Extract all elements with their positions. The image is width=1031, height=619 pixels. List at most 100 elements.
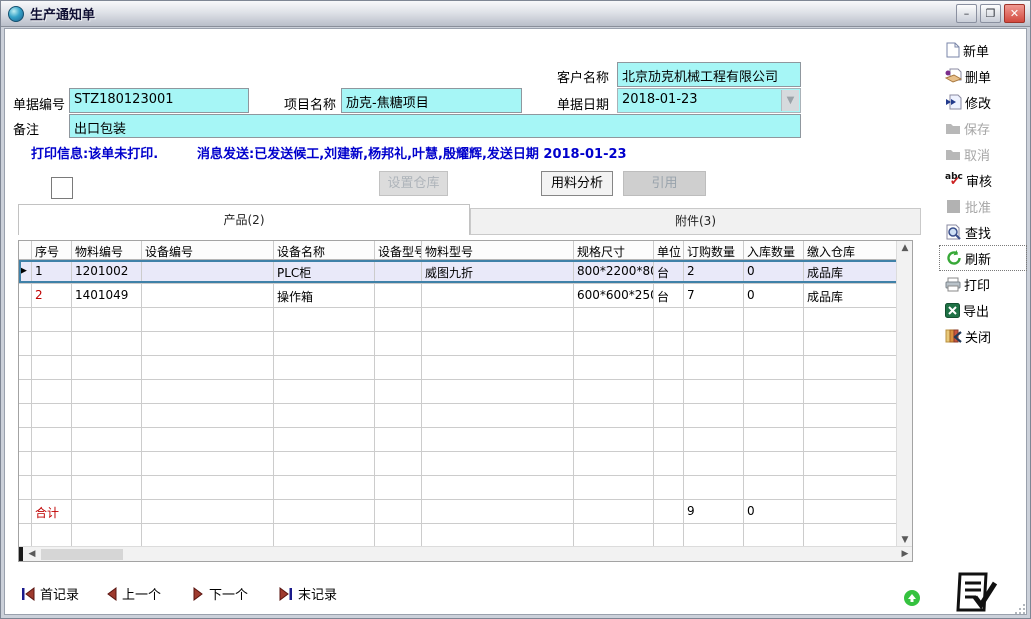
minimize-button[interactable]: – xyxy=(956,4,977,23)
col-header[interactable]: 物料编号 xyxy=(72,241,142,259)
document-check-icon xyxy=(951,567,999,615)
horizontal-scrollbar[interactable]: ◀ ▶ xyxy=(19,546,913,561)
delete-doc-icon xyxy=(945,68,962,84)
cell-seq: 2 xyxy=(32,284,72,307)
audit-icon: abc✔ xyxy=(945,172,963,188)
scroll-right-icon[interactable]: ▶ xyxy=(897,547,913,562)
col-header[interactable]: 设备名称 xyxy=(274,241,375,259)
cell-material-model xyxy=(422,284,574,307)
current-row-indicator-icon: ▶ xyxy=(20,266,27,276)
col-header[interactable]: 设备型号 xyxy=(375,241,422,259)
cell-material-no: 1201002 xyxy=(72,260,142,283)
cell-spec: 600*600*250 xyxy=(574,284,654,307)
table-row[interactable]: ▶ 1 1201002 PLC柜 威图九折 800*2200*800 台 2 0… xyxy=(19,260,912,284)
totals-order-qty: 9 xyxy=(684,500,744,523)
scroll-up-icon[interactable]: ▲ xyxy=(897,241,913,256)
set-warehouse-button: 设置仓库 xyxy=(379,171,448,196)
save-icon xyxy=(945,121,961,135)
date-label: 单据日期 xyxy=(557,94,609,113)
remark-label: 备注 xyxy=(13,119,39,138)
totals-row: 合计 9 0 xyxy=(19,500,912,524)
cell-equip-no xyxy=(142,260,274,283)
col-header[interactable]: 物料型号 xyxy=(422,241,574,259)
nav-next-record[interactable]: 下一个 xyxy=(193,584,248,603)
app-sphere-icon xyxy=(8,6,24,22)
cell-equip-name: PLC柜 xyxy=(274,260,375,283)
modify-icon xyxy=(945,94,962,110)
first-record-icon xyxy=(21,587,35,601)
sidebar-item-audit[interactable]: abc✔ 审核 xyxy=(939,167,1027,193)
titlebar: 生产通知单 – ❐ ✕ xyxy=(1,1,1030,27)
material-analysis-button[interactable]: 用料分析 xyxy=(541,171,613,196)
empty-grid-rows xyxy=(19,308,912,500)
cell-order-qty: 7 xyxy=(684,284,744,307)
nav-previous-record[interactable]: 上一个 xyxy=(106,584,161,603)
cell-material-model: 威图九折 xyxy=(422,260,574,283)
window-title: 生产通知单 xyxy=(30,4,95,23)
project-label: 项目名称 xyxy=(284,94,336,113)
vertical-scrollbar[interactable]: ▲ ▼ xyxy=(896,241,912,548)
cell-spec: 800*2200*800 xyxy=(574,260,654,283)
grid-header-row: 序号 物料编号 设备编号 设备名称 设备型号 物料型号 规格尺寸 单位 订购数量… xyxy=(19,241,912,260)
cell-unit: 台 xyxy=(654,260,684,283)
cell-warehouse: 成品库 xyxy=(804,260,898,283)
chevron-down-icon[interactable]: ▼ xyxy=(781,90,799,111)
remark-input[interactable]: 出口包装 xyxy=(69,114,801,138)
sidebar-item-refresh[interactable]: 刷新 xyxy=(939,245,1027,271)
customer-label: 客户名称 xyxy=(557,67,609,86)
cell-in-qty: 0 xyxy=(744,284,804,307)
col-header[interactable]: 规格尺寸 xyxy=(574,241,654,259)
sidebar-item-export[interactable]: 导出 xyxy=(939,297,1027,323)
approve-icon xyxy=(947,200,960,213)
sidebar-item-new[interactable]: 新单 xyxy=(939,37,1027,63)
maximize-button[interactable]: ❐ xyxy=(980,4,1001,23)
nav-last-record[interactable]: 末记录 xyxy=(279,584,337,603)
scroll-left-icon[interactable]: ◀ xyxy=(24,547,40,562)
next-record-icon xyxy=(193,587,204,601)
tab-attachments[interactable]: 附件(3) xyxy=(470,208,921,235)
cell-in-qty: 0 xyxy=(744,260,804,283)
col-header[interactable]: 订购数量 xyxy=(684,241,744,259)
customer-input[interactable]: 北京劢克机械工程有限公司 xyxy=(617,62,801,87)
col-header[interactable]: 缴入仓库 xyxy=(804,241,898,259)
col-header[interactable]: 设备编号 xyxy=(142,241,274,259)
close-button[interactable]: ✕ xyxy=(1004,4,1025,23)
cell-equip-model xyxy=(375,284,422,307)
sidebar-item-close[interactable]: 关闭 xyxy=(939,323,1027,349)
quote-button: 引用 xyxy=(623,171,706,196)
cell-equip-model xyxy=(375,260,422,283)
sidebar-item-print[interactable]: 打印 xyxy=(939,271,1027,297)
tab-products[interactable]: 产品(2) xyxy=(18,204,470,235)
cell-equip-name: 操作箱 xyxy=(274,284,375,307)
cell-warehouse: 成品库 xyxy=(804,284,898,307)
empty-grid-rows xyxy=(19,524,912,548)
select-checkbox[interactable] xyxy=(51,177,73,199)
doc-no-input[interactable]: STZ180123001 xyxy=(69,88,249,113)
sidebar-item-approve: 批准 xyxy=(939,193,1027,219)
totals-label: 合计 xyxy=(32,500,72,523)
new-doc-icon xyxy=(945,42,960,58)
close-door-icon xyxy=(945,328,962,344)
sidebar-item-cancel: 取消 xyxy=(939,141,1027,167)
status-ok-icon xyxy=(903,589,921,607)
resize-grip[interactable] xyxy=(1014,603,1026,615)
date-value: 2018-01-23 xyxy=(622,92,698,107)
print-info-text: 打印信息:该单未打印. xyxy=(31,143,158,162)
project-input[interactable]: 劢克-焦糖项目 xyxy=(341,88,522,113)
sidebar-item-modify[interactable]: 修改 xyxy=(939,89,1027,115)
date-picker[interactable]: 2018-01-23 ▼ xyxy=(617,88,801,113)
sidebar-item-find[interactable]: 查找 xyxy=(939,219,1027,245)
col-header[interactable]: 入库数量 xyxy=(744,241,804,259)
table-row[interactable]: 2 1401049 操作箱 600*600*250 台 7 0 成品库 xyxy=(19,284,912,308)
cell-order-qty: 2 xyxy=(684,260,744,283)
nav-first-record[interactable]: 首记录 xyxy=(21,584,79,603)
sidebar-item-delete[interactable]: 删单 xyxy=(939,63,1027,89)
action-sidebar: 新单 删单 修改 保存 取消 abc✔ 审核 批准 查找 xyxy=(939,37,1027,349)
col-header[interactable]: 序号 xyxy=(32,241,72,259)
col-header[interactable]: 单位 xyxy=(654,241,684,259)
refresh-icon xyxy=(946,250,962,266)
grid-edge-marker xyxy=(19,547,23,561)
message-sent-text: 消息发送:已发送候工,刘建新,杨邦礼,叶慧,殷耀辉,发送日期 2018-01-2… xyxy=(197,143,627,162)
sidebar-item-save: 保存 xyxy=(939,115,1027,141)
hscroll-thumb[interactable] xyxy=(41,549,123,560)
